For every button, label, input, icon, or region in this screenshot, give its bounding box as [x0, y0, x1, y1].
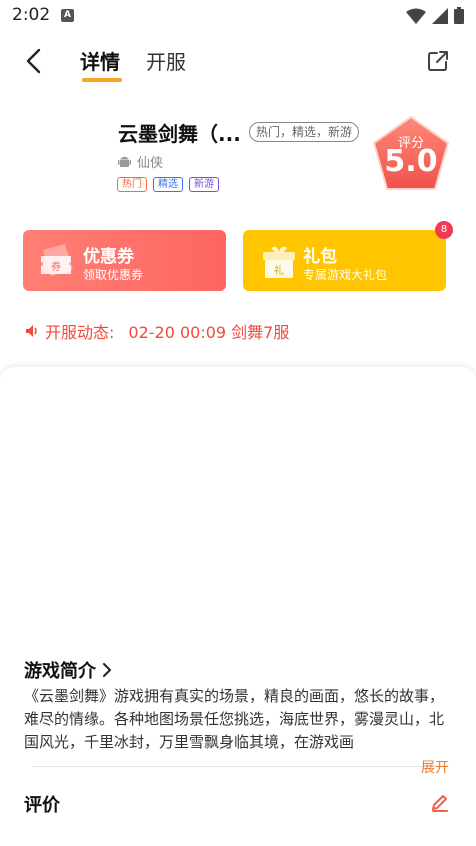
game-title: 云墨剑舞（...: [118, 122, 241, 146]
coupon-subtitle: 领取优惠券: [83, 268, 144, 282]
tab-details-label: 详情: [80, 50, 120, 74]
chevron-right-icon: [103, 663, 111, 677]
chip-new: 新游: [189, 177, 219, 192]
gift-count-badge: 8: [435, 221, 453, 239]
coupon-card[interactable]: 券 优惠券 领取优惠券: [23, 230, 226, 291]
wifi-icon: [406, 8, 426, 24]
battery-icon: [454, 7, 464, 24]
game-chips: 热门 精选 新游: [117, 177, 219, 192]
intro-title: 游戏简介: [24, 661, 96, 682]
android-icon: [118, 156, 131, 167]
score-badge: 评分 5.0: [371, 114, 451, 194]
chip-hot: 热门: [117, 177, 147, 192]
active-tab-indicator: [82, 78, 122, 82]
gift-box-icon: 礼: [263, 246, 295, 278]
intro-header[interactable]: 游戏简介: [24, 657, 112, 683]
gift-card[interactable]: 礼 礼包 专属游戏大礼包: [243, 230, 446, 291]
server-opening-info[interactable]: 开服动态: 02-20 00:09 剑舞7服: [25, 319, 289, 343]
gift-subtitle: 专属游戏大礼包: [303, 268, 388, 282]
coupon-title: 优惠券: [83, 247, 134, 267]
divider: [32, 766, 446, 767]
game-tags-pill: 热门，精选，新游: [249, 122, 360, 142]
review-title: 评价: [24, 795, 60, 816]
tab-server-opening[interactable]: 开服: [146, 46, 186, 75]
share-external-icon[interactable]: [426, 49, 450, 73]
gift-title: 礼包: [303, 247, 337, 267]
chip-featured: 精选: [153, 177, 183, 192]
status-time: 2:02: [12, 5, 51, 25]
content-sheet: [0, 367, 476, 846]
game-category-label: 仙侠: [137, 156, 164, 171]
intro-text: 《云墨剑舞》游戏拥有真实的场景，精良的画面，悠长的故事，难尽的情缘。各种地图场景…: [24, 687, 445, 751]
tab-details[interactable]: 详情: [80, 46, 122, 82]
ticket-icon: 券: [41, 244, 73, 276]
back-arrow-icon[interactable]: [20, 46, 50, 76]
expand-button[interactable]: 展开: [421, 757, 449, 777]
system-icons: [406, 7, 464, 24]
notification-icon: A: [61, 9, 74, 22]
tab-server-opening-label: 开服: [146, 50, 186, 74]
score-value: 5.0: [384, 144, 438, 179]
signal-icon: [432, 7, 448, 24]
server-opening-label: 开服动态:: [45, 323, 115, 342]
server-opening-value: 02-20 00:09 剑舞7服: [128, 323, 290, 342]
top-navigation: 详情 开服: [0, 36, 476, 86]
edit-pencil-icon[interactable]: [430, 792, 450, 812]
svg-text:礼: 礼: [274, 264, 284, 277]
speaker-icon: [26, 325, 37, 337]
game-category: 仙侠: [118, 152, 163, 171]
status-bar: 2:02 A: [0, 0, 476, 32]
svg-text:券: 券: [51, 260, 61, 273]
